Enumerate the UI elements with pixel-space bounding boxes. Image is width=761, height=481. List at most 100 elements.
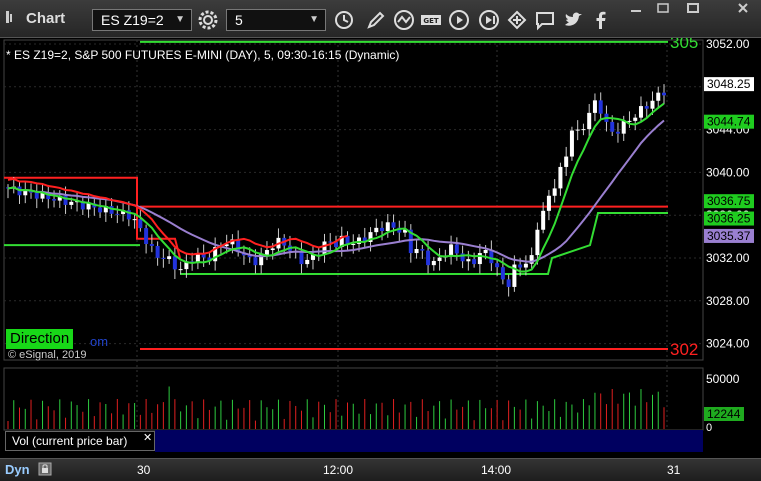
- candle-body: [506, 279, 511, 287]
- chat-icon[interactable]: [534, 9, 556, 31]
- candle-body: [483, 250, 488, 254]
- price-marker-label: 3036.75: [707, 194, 751, 208]
- level-label: 302: [670, 340, 698, 359]
- replay-icon[interactable]: [478, 9, 500, 31]
- play-icon[interactable]: [448, 9, 470, 31]
- time-tick: 14:00: [481, 463, 512, 477]
- candle-body: [385, 222, 390, 232]
- candle-body: [138, 219, 143, 229]
- candle-body: [161, 257, 166, 260]
- candle-body: [489, 250, 494, 264]
- candle-body: [546, 195, 551, 211]
- candle-body: [495, 263, 500, 268]
- price-marker-label: 3035.37: [707, 229, 751, 243]
- price-chart[interactable]: 305302 3052.003048.003044.003040.003036.…: [0, 38, 761, 458]
- settings-gear-icon[interactable]: [197, 9, 219, 31]
- study-wave-icon[interactable]: [393, 9, 415, 31]
- candle-body: [374, 227, 379, 233]
- candle-body: [86, 203, 91, 210]
- candle-body: [149, 243, 154, 246]
- candle-body: [437, 257, 442, 261]
- facebook-icon[interactable]: [590, 9, 612, 31]
- close-icon[interactable]: ✕: [143, 431, 152, 444]
- chart-description: * ES Z19=2, S&P 500 FUTURES E-MINI (DAY)…: [6, 48, 400, 62]
- candle-body: [541, 210, 546, 230]
- close-icon[interactable]: [735, 2, 751, 14]
- candle-body: [270, 248, 275, 251]
- volume-tick-label: 50000: [706, 372, 740, 386]
- candle-body: [414, 249, 419, 254]
- candle-body: [592, 100, 597, 113]
- candle-body: [115, 213, 120, 215]
- candle-body: [391, 222, 396, 228]
- candle-body: [552, 188, 557, 196]
- price-marker-label: 3036.25: [707, 212, 751, 226]
- maximize-icon[interactable]: [685, 2, 701, 14]
- interval-input[interactable]: 5 ▼: [226, 9, 326, 31]
- candle-body: [178, 269, 183, 271]
- time-axis-bar[interactable]: Dyn 30 12:00 14:00 31: [0, 458, 761, 481]
- candle-body: [621, 121, 626, 134]
- candle-body: [581, 129, 586, 131]
- chart-area[interactable]: 305302 3052.003048.003044.003040.003036.…: [0, 38, 761, 458]
- get-data-icon[interactable]: GET: [420, 9, 442, 31]
- candle-body: [518, 264, 523, 268]
- candle-body: [523, 263, 528, 268]
- lock-icon[interactable]: [38, 462, 52, 476]
- candle-body: [167, 256, 172, 260]
- price-tick-label: 3024.00: [706, 337, 750, 351]
- candle-body: [569, 130, 574, 157]
- price-tick-label: 3052.00: [706, 38, 750, 51]
- candle-body: [172, 256, 177, 270]
- candle-body: [69, 201, 74, 205]
- direction-label-tail: om: [90, 334, 109, 349]
- candle-body: [449, 244, 454, 256]
- minimize-icon[interactable]: [628, 2, 644, 14]
- volume-last-label: 12244: [707, 407, 741, 421]
- candle-body: [656, 92, 661, 101]
- candle-body: [328, 241, 333, 243]
- candle-body: [380, 227, 385, 232]
- candle-body: [644, 106, 649, 109]
- level-label: 305: [670, 38, 698, 52]
- time-tick: 30: [137, 463, 151, 477]
- candle-body: [638, 106, 643, 118]
- symbol-input[interactable]: ES Z19=2 ▼: [92, 9, 192, 31]
- candle-body: [650, 100, 655, 109]
- symbol-value: ES Z19=2: [101, 12, 164, 28]
- candle-body: [472, 259, 477, 265]
- red-average-line: [7, 177, 348, 256]
- draw-pencil-icon[interactable]: [365, 9, 387, 31]
- chevron-down-icon[interactable]: ▼: [309, 10, 319, 30]
- dynamic-toggle[interactable]: Dyn: [5, 462, 30, 477]
- price-tick-label: 3040.00: [706, 165, 750, 179]
- candle-body: [155, 245, 160, 258]
- volume-tick-label: 0: [706, 422, 712, 434]
- link-icon[interactable]: [506, 9, 528, 31]
- candle-body: [264, 250, 269, 255]
- restore-icon[interactable]: [655, 2, 671, 14]
- svg-text:GET: GET: [423, 17, 439, 25]
- candle-body: [299, 251, 304, 265]
- twitter-icon[interactable]: [562, 9, 584, 31]
- toolbar: Chart ES Z19=2 ▼ 5 ▼ GET: [0, 0, 761, 38]
- candle-body: [575, 129, 580, 131]
- candle-body: [633, 117, 638, 121]
- chart-app-icon: [6, 11, 12, 23]
- candle-body: [558, 166, 563, 189]
- clock-icon[interactable]: [333, 9, 355, 31]
- candle-body: [420, 249, 425, 251]
- candle-body: [598, 100, 603, 114]
- price-axis[interactable]: 3052.003048.003044.003040.003036.003032.…: [704, 38, 754, 434]
- candle-body: [98, 207, 103, 213]
- candle-body: [564, 156, 569, 167]
- candle-body: [431, 260, 436, 266]
- candle-body: [34, 192, 39, 199]
- candle-body: [426, 250, 431, 266]
- time-tick: 31: [667, 463, 681, 477]
- volume-panel-label: Vol (current price bar): [5, 431, 155, 451]
- candle-body: [587, 112, 592, 130]
- price-marker-label: 3048.25: [707, 77, 751, 91]
- candle-body: [305, 259, 310, 265]
- chevron-down-icon[interactable]: ▼: [175, 10, 185, 30]
